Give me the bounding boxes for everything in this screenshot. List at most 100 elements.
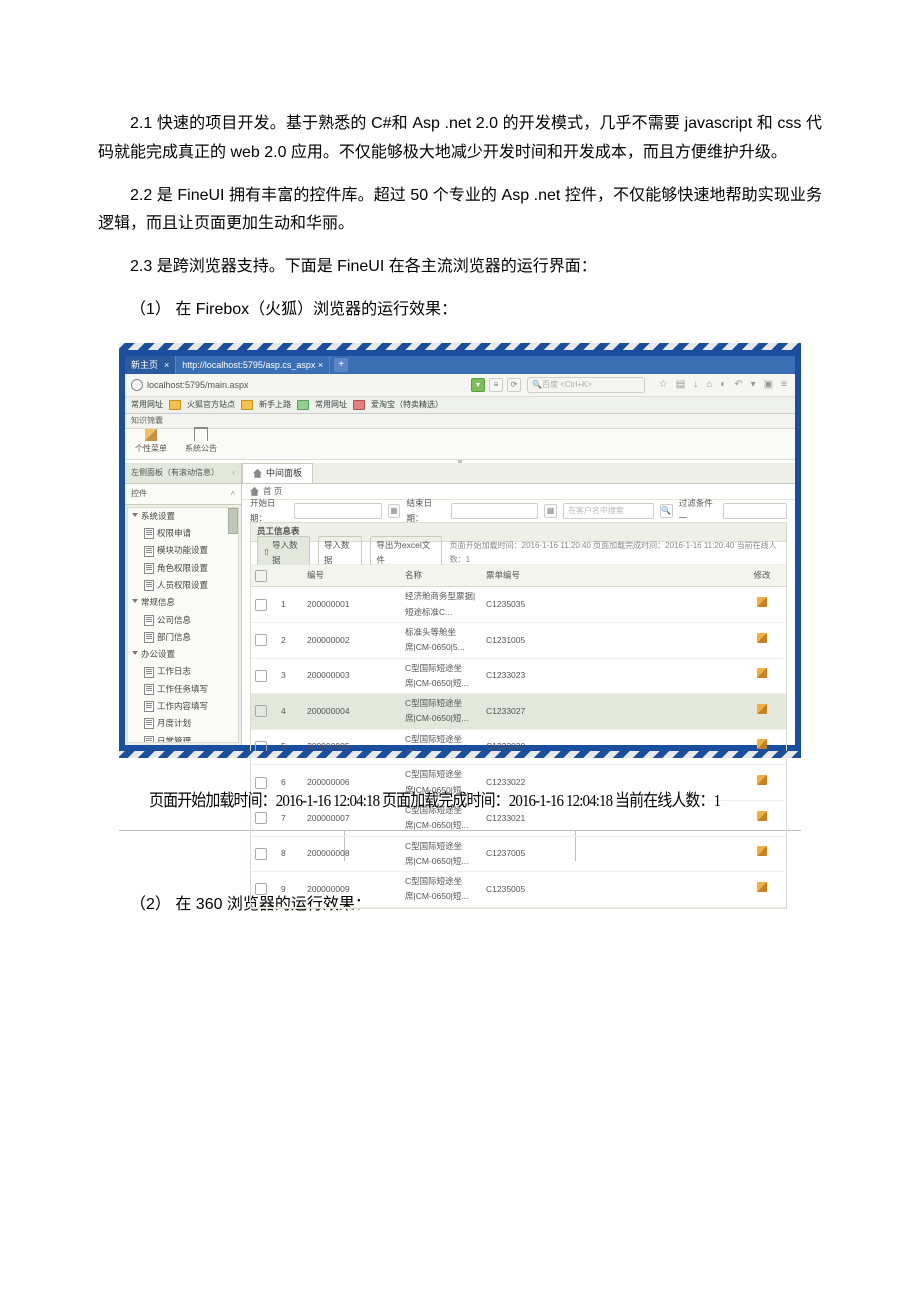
sidebar-tree-header[interactable]: 控件 ˄ <box>125 484 241 505</box>
row-checkbox[interactable] <box>255 848 267 860</box>
table-row[interactable]: 3200000003C型国际短途坐席|CM-0650|短...C1233023 <box>251 658 786 694</box>
pencil-icon <box>145 429 157 441</box>
reader-icon[interactable]: ≡ <box>489 378 503 392</box>
sidebar-item[interactable]: 日常管理 <box>128 733 238 743</box>
scrollbar-thumb[interactable] <box>228 508 238 534</box>
shield-icon[interactable]: ▾ <box>471 378 485 392</box>
page-icon <box>144 701 154 712</box>
sidebar: 左侧面板（有滚动信息） ‹ 控件 ˄ 系统设置权限申请模块功能设置角色权限设置人… <box>125 463 242 745</box>
download-icon[interactable]: ↓ <box>693 376 698 394</box>
chevron-up-icon: ˄ <box>230 487 235 501</box>
sidebar-item[interactable]: 公司信息 <box>128 612 238 629</box>
sidebar-item-label: 模块功能设置 <box>157 543 208 558</box>
customer-search-input[interactable]: 在客户名中搜索 <box>563 503 654 519</box>
new-tab-button[interactable]: + <box>334 358 348 372</box>
menu-icon[interactable]: ≡ <box>781 376 787 394</box>
edit-icon[interactable] <box>757 811 767 821</box>
row-checkbox[interactable] <box>255 883 267 895</box>
start-date-input[interactable] <box>294 503 381 519</box>
tab-title: 新主页 <box>131 357 158 373</box>
row-checkbox[interactable] <box>255 599 267 611</box>
page-icon <box>144 615 154 626</box>
tab-url-text: http://localhost:5795/asp.cs_aspx × <box>182 357 323 373</box>
search-placeholder: 百度 <Ctrl+K> <box>542 378 592 392</box>
home-icon[interactable]: ⌂ <box>706 376 712 394</box>
browser-addressbar: localhost:5795/main.aspx ▾ ≡ ⟳ 🔍 百度 <Ctr… <box>125 374 795 397</box>
row-checkbox[interactable] <box>255 705 267 717</box>
search-icon[interactable]: 🔍 <box>660 504 673 518</box>
sidebar-item[interactable]: 常规信息 <box>128 594 238 611</box>
edit-icon[interactable] <box>757 739 767 749</box>
edit-icon[interactable] <box>757 668 767 678</box>
sidebar-item[interactable]: 人员权限设置 <box>128 577 238 594</box>
bm-2[interactable]: 新手上路 <box>259 398 291 412</box>
content-tab-home[interactable]: 中间面板 <box>242 463 313 483</box>
history-icon[interactable]: ↶ <box>734 376 742 394</box>
edit-icon[interactable] <box>757 882 767 892</box>
reload-icon[interactable]: ⟳ <box>507 378 521 392</box>
more-icon[interactable]: ▾ <box>751 376 756 394</box>
sidebar-item[interactable]: 办公设置 <box>128 646 238 663</box>
cell-bill: C1235005 <box>482 872 590 908</box>
bm-1[interactable]: 火狐官方站点 <box>187 398 235 412</box>
sidebar-item[interactable]: 权限申请 <box>128 525 238 542</box>
info-bar: 知识锦囊 <box>125 414 795 429</box>
tool-menu[interactable]: 个性菜单 <box>135 429 167 456</box>
browser-tab-active[interactable]: 新主页 × <box>125 356 176 374</box>
row-checkbox[interactable] <box>255 634 267 646</box>
sidebar-item[interactable]: 部门信息 <box>128 629 238 646</box>
edit-icon[interactable] <box>757 775 767 785</box>
row-checkbox[interactable] <box>255 670 267 682</box>
sidebar-item[interactable]: 系统设置 <box>128 508 238 525</box>
end-date-input[interactable] <box>451 503 538 519</box>
col-name[interactable]: 名称 <box>401 565 482 587</box>
filter-input[interactable] <box>723 503 787 519</box>
col-bill[interactable]: 票单编号 <box>482 565 590 587</box>
sidebar-item[interactable]: 角色权限设置 <box>128 560 238 577</box>
sidebar-item-label: 月度计划 <box>157 716 191 731</box>
address-text[interactable]: localhost:5795/main.aspx <box>147 377 249 393</box>
para-2-2: 2.2 是 FineUI 拥有丰富的控件库。超过 50 个专业的 Asp .ne… <box>98 182 822 240</box>
sidebar-item-label: 公司信息 <box>157 613 191 628</box>
calendar-icon[interactable]: ▦ <box>544 504 557 518</box>
edit-icon[interactable] <box>757 633 767 643</box>
calendar-icon[interactable]: ▦ <box>388 504 401 518</box>
sidebar-item[interactable]: 月度计划 <box>128 715 238 732</box>
table-row[interactable]: 9200000009C型国际短途坐席|CM-0650|短...C1235005 <box>251 872 786 908</box>
table-row[interactable]: 8200000008C型国际短途坐席|CM-0650|短...C1237005 <box>251 836 786 872</box>
sidebar-item[interactable]: 工作内容填写 <box>128 698 238 715</box>
tool-annc[interactable]: 系统公告 <box>185 427 217 456</box>
sidebar-tree: 系统设置权限申请模块功能设置角色权限设置人员权限设置常规信息公司信息部门信息办公… <box>127 507 239 743</box>
sidebar-item-label: 日常管理 <box>157 734 191 743</box>
bm-4[interactable]: 爱淘宝（特卖精选） <box>371 398 443 412</box>
sidebar-item[interactable]: 工作任务填写 <box>128 681 238 698</box>
sidebar-item[interactable]: 工作日志 <box>128 663 238 680</box>
table-row[interactable]: 2200000002标准头等舱坐席|CM-0650|5...C1231005 <box>251 622 786 658</box>
table-row[interactable]: 4200000004C型国际短途坐席|CM-0650|短...C1233027 <box>251 694 786 730</box>
sync-icon[interactable]: ◐ <box>720 376 726 394</box>
browser-tab-url[interactable]: http://localhost:5795/asp.cs_aspx × <box>176 356 330 374</box>
bookmark-bar: 常用网址 火狐官方站点 新手上路 常用网址 爱淘宝（特卖精选） <box>125 397 795 414</box>
cell-bill: C1237005 <box>482 836 590 872</box>
col-code[interactable]: 编号 <box>303 565 401 587</box>
sidebar-item[interactable]: 模块功能设置 <box>128 542 238 559</box>
clipboard-icon[interactable]: ▤ <box>676 376 685 394</box>
home-icon <box>253 469 262 478</box>
cell-code: 200000009 <box>303 872 401 908</box>
page-icon <box>144 718 154 729</box>
select-all-checkbox[interactable] <box>255 570 267 582</box>
star-icon[interactable]: ☆ <box>659 376 668 394</box>
close-icon[interactable]: × <box>158 357 169 373</box>
browser-tabbar: 新主页 × http://localhost:5795/asp.cs_aspx … <box>125 356 795 374</box>
browser-search-input[interactable]: 🔍 百度 <Ctrl+K> <box>527 377 645 393</box>
search-icon: 🔍 <box>532 378 542 392</box>
edit-icon[interactable] <box>757 846 767 856</box>
sidebar-item-label: 常规信息 <box>141 595 175 610</box>
edit-icon[interactable] <box>757 704 767 714</box>
table-row[interactable]: 1200000001经济舱商务型票据|短途标准C...C1235035 <box>251 587 786 623</box>
collapse-icon[interactable]: ‹ <box>232 466 235 480</box>
bm-3[interactable]: 常用网址 <box>315 398 347 412</box>
screenshot-icon[interactable]: ▣ <box>764 376 773 394</box>
col-edit: 修改 <box>738 565 786 587</box>
edit-icon[interactable] <box>757 597 767 607</box>
